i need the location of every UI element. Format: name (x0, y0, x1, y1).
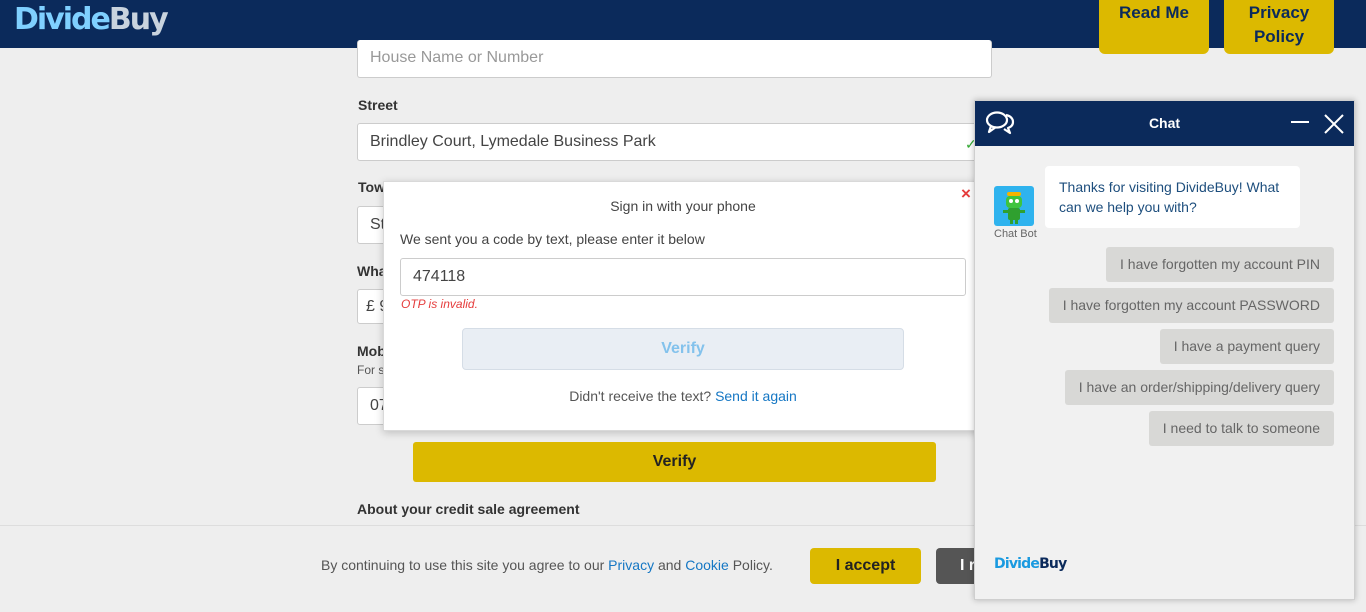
privacy-link[interactable]: Privacy (608, 557, 654, 573)
otp-input[interactable]: 474118 (400, 258, 966, 296)
accept-cookies-button[interactable]: I accept (810, 548, 921, 584)
chat-bot-avatar (994, 186, 1034, 226)
chat-title: Chat (1148, 115, 1181, 131)
cookie-text: By continuing to use this site you agree… (321, 557, 773, 573)
chat-footer-logo: DivideBuy (994, 556, 1067, 572)
read-me-button[interactable]: Read Me (1099, 0, 1209, 54)
modal-verify-button[interactable]: Verify (462, 328, 904, 370)
street-label: Street (358, 97, 398, 113)
modal-title: Sign in with your phone (610, 198, 756, 214)
quick-reply-forgot-password[interactable]: I have forgotten my account PASSWORD (1048, 288, 1334, 323)
cookie-link[interactable]: Cookie (685, 557, 729, 573)
quick-reply-forgot-pin[interactable]: I have forgotten my account PIN (1106, 247, 1334, 282)
street-input[interactable]: Brindley Court, Lymedale Business Park (357, 123, 992, 161)
chat-bot-label: Chat Bot (994, 228, 1037, 240)
privacy-policy-button[interactable]: Privacy Policy (1224, 0, 1334, 54)
house-name-input[interactable]: House Name or Number (357, 40, 992, 78)
resend-row: Didn't receive the text? Send it again (384, 388, 982, 404)
quick-reply-talk-to-someone[interactable]: I need to talk to someone (1148, 411, 1334, 446)
mobile-label: Mob (357, 343, 386, 359)
resend-text: Didn't receive the text? (569, 388, 712, 404)
otp-modal: × Sign in with your phone We sent you a … (383, 181, 981, 431)
verify-button[interactable]: Verify (413, 442, 936, 482)
quick-reply-order-query[interactable]: I have an order/shipping/delivery query (1064, 370, 1334, 405)
mobile-note: For s (357, 363, 385, 377)
chat-widget: Chat Chat Bot Thanks for visiting Divide… (974, 100, 1355, 600)
close-icon[interactable] (1324, 114, 1344, 139)
chat-header: Chat (975, 101, 1354, 146)
send-again-link[interactable]: Send it again (715, 388, 797, 404)
town-label: Tow (358, 179, 385, 195)
bot-message: Thanks for visiting DivideBuy! What can … (1045, 166, 1300, 228)
quick-reply-payment-query[interactable]: I have a payment query (1159, 329, 1334, 364)
about-agreement-heading: About your credit sale agreement (357, 501, 580, 517)
otp-error-message: OTP is invalid. (401, 297, 478, 311)
modal-instruction: We sent you a code by text, please enter… (400, 231, 705, 247)
dividebuy-logo[interactable]: DivideBuy (14, 2, 169, 37)
minimize-icon[interactable] (1291, 121, 1309, 123)
